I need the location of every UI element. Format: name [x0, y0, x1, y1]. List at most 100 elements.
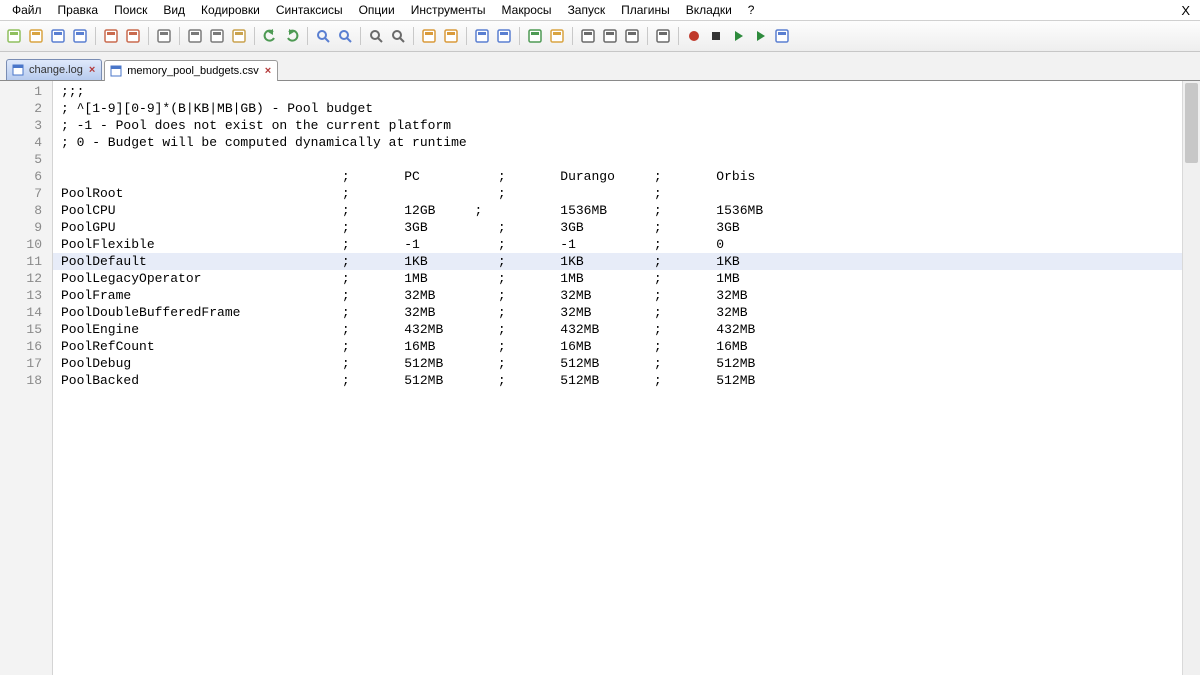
toolbar-separator: [647, 27, 648, 45]
doc-switcher-icon[interactable]: [622, 26, 642, 46]
code-line[interactable]: PoolGPU ; 3GB ; 3GB ; 3GB: [53, 219, 1182, 236]
line-number: 16: [0, 338, 52, 355]
toolbar-separator: [413, 27, 414, 45]
code-line[interactable]: ; 0 - Budget will be computed dynamicall…: [53, 134, 1182, 151]
code-line[interactable]: PoolBacked ; 512MB ; 512MB ; 512MB: [53, 372, 1182, 389]
toolbar-separator: [466, 27, 467, 45]
menu-search[interactable]: Поиск: [106, 1, 155, 19]
close-document-button[interactable]: X: [1175, 3, 1196, 18]
code-area[interactable]: ;;;; ^[1-9][0-9]*(B|KB|MB|GB) - Pool bud…: [53, 81, 1182, 675]
zoom-out-icon[interactable]: [388, 26, 408, 46]
tab-label: memory_pool_budgets.csv: [127, 65, 258, 77]
toolbar-separator: [360, 27, 361, 45]
close-all-icon[interactable]: [123, 26, 143, 46]
menu-language[interactable]: Синтаксисы: [268, 1, 351, 19]
open-file-icon[interactable]: [26, 26, 46, 46]
tab-close-icon[interactable]: ×: [87, 64, 97, 76]
code-line[interactable]: ;;;: [53, 83, 1182, 100]
tab-close-icon[interactable]: ×: [263, 65, 273, 77]
replace-icon[interactable]: [335, 26, 355, 46]
line-number: 8: [0, 202, 52, 219]
line-number: 11: [0, 253, 52, 270]
menu-file[interactable]: Файл: [4, 1, 50, 19]
code-line[interactable]: PoolLegacyOperator ; 1MB ; 1MB ; 1MB: [53, 270, 1182, 287]
menu-macro[interactable]: Макросы: [494, 1, 560, 19]
stop-macro-icon[interactable]: [706, 26, 726, 46]
save-all-icon[interactable]: [70, 26, 90, 46]
toolbar-separator: [179, 27, 180, 45]
line-number: 17: [0, 355, 52, 372]
copy-icon[interactable]: [207, 26, 227, 46]
code-line[interactable]: PoolDoubleBufferedFrame ; 32MB ; 32MB ; …: [53, 304, 1182, 321]
menu-plugins[interactable]: Плагины: [613, 1, 678, 19]
code-line[interactable]: PoolEngine ; 432MB ; 432MB ; 432MB: [53, 321, 1182, 338]
toolbar-separator: [519, 27, 520, 45]
menubar: Файл Правка Поиск Вид Кодировки Синтакси…: [0, 0, 1200, 20]
line-number: 4: [0, 134, 52, 151]
close-file-icon[interactable]: [101, 26, 121, 46]
cut-icon[interactable]: [185, 26, 205, 46]
show-all-chars-icon[interactable]: [494, 26, 514, 46]
menu-tools[interactable]: Инструменты: [403, 1, 494, 19]
scrollbar-thumb[interactable]: [1185, 83, 1198, 163]
print-icon[interactable]: [154, 26, 174, 46]
save-macro-icon[interactable]: [772, 26, 792, 46]
vertical-scrollbar[interactable]: [1182, 81, 1200, 675]
undo-icon[interactable]: [260, 26, 280, 46]
sync-v-icon[interactable]: [419, 26, 439, 46]
code-line[interactable]: ; PC ; Durango ; Orbis: [53, 168, 1182, 185]
paste-icon[interactable]: [229, 26, 249, 46]
line-number-gutter: 123456789101112131415161718: [0, 81, 53, 675]
menu-edit[interactable]: Правка: [50, 1, 107, 19]
menu-view[interactable]: Вид: [155, 1, 193, 19]
toolbar-separator: [254, 27, 255, 45]
monitoring-icon[interactable]: [653, 26, 673, 46]
toolbar-separator: [95, 27, 96, 45]
sync-h-icon[interactable]: [441, 26, 461, 46]
code-line[interactable]: PoolDebug ; 512MB ; 512MB ; 512MB: [53, 355, 1182, 372]
code-line[interactable]: PoolRefCount ; 16MB ; 16MB ; 16MB: [53, 338, 1182, 355]
toolbar-separator: [678, 27, 679, 45]
play-macro-icon[interactable]: [728, 26, 748, 46]
tab-label: change.log: [29, 64, 83, 76]
menu-encoding[interactable]: Кодировки: [193, 1, 268, 19]
zoom-in-icon[interactable]: [366, 26, 386, 46]
indent-guide-icon[interactable]: [525, 26, 545, 46]
line-number: 5: [0, 151, 52, 168]
toolbar-separator: [148, 27, 149, 45]
tab-strip: change.log × memory_pool_budgets.csv ×: [0, 52, 1200, 81]
code-line[interactable]: ; -1 - Pool does not exist on the curren…: [53, 117, 1182, 134]
line-number: 6: [0, 168, 52, 185]
doc-map-icon[interactable]: [600, 26, 620, 46]
folder-icon[interactable]: [547, 26, 567, 46]
record-macro-icon[interactable]: [684, 26, 704, 46]
line-number: 2: [0, 100, 52, 117]
toolbar-separator: [572, 27, 573, 45]
tab-memory-pool-budgets[interactable]: memory_pool_budgets.csv ×: [104, 60, 278, 81]
line-number: 12: [0, 270, 52, 287]
new-file-icon[interactable]: [4, 26, 24, 46]
line-number: 1: [0, 83, 52, 100]
save-icon[interactable]: [48, 26, 68, 46]
code-line[interactable]: PoolCPU ; 12GB ; 1536MB ; 1536MB: [53, 202, 1182, 219]
menu-help[interactable]: ?: [740, 1, 763, 19]
line-number: 10: [0, 236, 52, 253]
code-line[interactable]: PoolDefault ; 1KB ; 1KB ; 1KB: [53, 253, 1182, 270]
menu-settings[interactable]: Опции: [351, 1, 403, 19]
find-icon[interactable]: [313, 26, 333, 46]
code-line[interactable]: [53, 151, 1182, 168]
menu-run[interactable]: Запуск: [560, 1, 614, 19]
toolbar: [0, 20, 1200, 52]
code-line[interactable]: PoolFrame ; 32MB ; 32MB ; 32MB: [53, 287, 1182, 304]
redo-icon[interactable]: [282, 26, 302, 46]
tab-change-log[interactable]: change.log ×: [6, 59, 102, 80]
word-wrap-icon[interactable]: [472, 26, 492, 46]
file-icon: [109, 64, 123, 78]
code-line[interactable]: PoolFlexible ; -1 ; -1 ; 0: [53, 236, 1182, 253]
function-list-icon[interactable]: [578, 26, 598, 46]
play-multi-icon[interactable]: [750, 26, 770, 46]
menu-window[interactable]: Вкладки: [678, 1, 740, 19]
line-number: 14: [0, 304, 52, 321]
code-line[interactable]: ; ^[1-9][0-9]*(B|KB|MB|GB) - Pool budget: [53, 100, 1182, 117]
code-line[interactable]: PoolRoot ; ; ;: [53, 185, 1182, 202]
